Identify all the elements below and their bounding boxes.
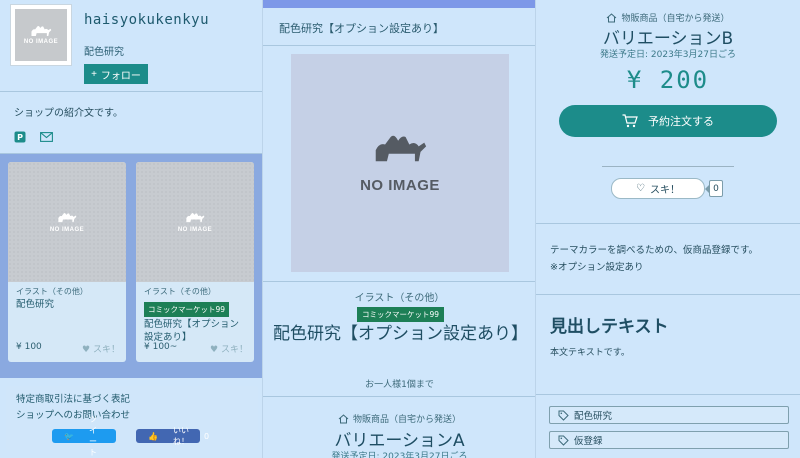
divider — [536, 294, 800, 295]
intro-text: ショップの紹介文です。 — [14, 108, 123, 119]
page-title: 配色研究【オプション設定あり】 — [263, 8, 535, 46]
product-thumbnail[interactable]: NO IMAGE — [136, 162, 254, 282]
heart-icon: ♥ — [210, 345, 219, 355]
shop-intro: ショップの紹介文です。 P — [0, 92, 262, 154]
variation-name: バリエーションB — [602, 29, 734, 49]
legal-notice-link[interactable]: 特定商取引法に基づく表記 — [16, 392, 248, 408]
shipping-date: 発送予定日: 2023年3月27日ごろ — [331, 452, 468, 458]
camel-icon — [375, 135, 427, 161]
pixiv-icon[interactable]: P — [14, 131, 26, 143]
tweet-button[interactable]: 🐦 ツイート — [52, 415, 116, 457]
preorder-button[interactable]: 予約注文する — [559, 105, 777, 137]
plus-icon: + — [91, 68, 97, 80]
camel-icon — [58, 212, 77, 222]
product-price: ¥ 200 — [626, 66, 710, 94]
home-icon — [338, 413, 349, 423]
like-button[interactable]: ♥ スキ！ — [210, 342, 248, 355]
follow-button[interactable]: + フォロー — [84, 64, 148, 84]
heart-outline-icon: ♡ — [636, 183, 645, 194]
camel-icon — [31, 26, 52, 37]
product-category: イラスト（その他） — [16, 287, 88, 296]
shop-footer: 特定商取引法に基づく表記 ショップへのお問い合わせ 🐦 ツイート 👍 いいね！ … — [6, 386, 258, 457]
divider — [602, 166, 734, 167]
tag-icon — [558, 435, 569, 446]
product-category[interactable]: イラスト（その他） — [263, 289, 535, 304]
description-line: テーマカラーを調べるための、仮商品登録です。 — [550, 245, 759, 256]
event-badge: コミックマーケット99 — [357, 307, 445, 322]
description-line: ※オプション設定あり — [550, 262, 644, 273]
product-main-image[interactable]: NO IMAGE — [291, 54, 509, 272]
section-body: 本文テキストです。 — [550, 348, 630, 358]
product-name: 配色研究【オプション設定あり】 — [273, 324, 528, 344]
home-icon — [607, 12, 617, 22]
tag-link[interactable]: 配色研究 — [549, 406, 789, 424]
twitter-bird-icon: 🐦 — [64, 431, 74, 441]
product-card[interactable]: NO IMAGE イラスト（その他） 配色研究 ¥ 100 ♥ スキ！ — [8, 162, 126, 362]
preorder-label: 予約注文する — [648, 116, 714, 128]
suki-count: 0 — [705, 180, 723, 197]
product-thumbnail[interactable]: NO IMAGE — [8, 162, 126, 282]
like-label: スキ！ — [220, 345, 248, 355]
variation-name: バリエーションA — [334, 431, 465, 451]
mail-icon[interactable] — [40, 132, 53, 142]
product-title[interactable]: 配色研究【オプション設定あり】 — [136, 317, 254, 345]
noimage-text: NO IMAGE — [177, 226, 213, 233]
shop-panel: NO IMAGE haisyokukenkyu 配色研究 + フォロー ショップ… — [0, 0, 263, 458]
camel-icon — [186, 212, 205, 222]
product-price: ¥ 100 — [16, 342, 42, 352]
variation-panel: 物販商品（自宅から発送） バリエーションB 発送予定日: 2023年3月27日ご… — [536, 0, 800, 458]
contact-link[interactable]: ショップへのお問い合わせ — [16, 408, 248, 424]
shop-name[interactable]: haisyokukenkyu — [84, 12, 209, 28]
section-heading: 見出しテキスト — [550, 317, 669, 337]
purchase-limit: お一人様1個まで — [365, 380, 434, 390]
tag-label: 仮登録 — [574, 436, 603, 447]
event-badge: コミックマーケット99 — [144, 302, 230, 317]
shop-subtitle: 配色研究 — [84, 47, 124, 58]
follow-label: フォロー — [100, 70, 141, 82]
like-label: スキ！ — [92, 345, 120, 355]
thumbs-up-icon: 👍 — [148, 431, 158, 441]
shipping-type: 物販商品（自宅から発送） — [263, 412, 535, 425]
tag-label: 配色研究 — [574, 411, 613, 422]
divider — [536, 394, 800, 395]
product-price: ¥ 100~ — [144, 342, 178, 352]
shop-avatar[interactable]: NO IMAGE — [10, 4, 72, 66]
tweet-label: ツイート — [88, 415, 97, 457]
suki-label: スキ！ — [649, 185, 680, 196]
suki-button[interactable]: ♡ スキ！ — [611, 178, 705, 199]
svg-text:P: P — [17, 133, 23, 142]
divider — [536, 223, 800, 224]
like-button[interactable]: ♥ スキ！ — [82, 342, 120, 355]
shop-header: NO IMAGE haisyokukenkyu 配色研究 + フォロー — [0, 0, 262, 92]
facebook-like-button[interactable]: 👍 いいね！ 0 — [136, 426, 209, 446]
shipping-date: 発送予定日: 2023年3月27日ごろ — [600, 50, 736, 60]
noimage-text: NO IMAGE — [360, 176, 440, 194]
product-description: テーマカラーを調べるための、仮商品登録です。 ※オプション設定あり — [550, 242, 790, 276]
product-card[interactable]: NO IMAGE イラスト（その他） コミックマーケット99 配色研究【オプショ… — [136, 162, 254, 362]
tag-link[interactable]: 仮登録 — [549, 431, 789, 449]
fb-like-label: いいね！ — [172, 426, 189, 446]
product-title[interactable]: 配色研究 — [8, 297, 126, 312]
divider — [263, 281, 535, 282]
noimage-text: NO IMAGE — [49, 226, 85, 233]
product-detail-panel: 配色研究【オプション設定あり】 NO IMAGE イラスト（その他） コミックマ… — [263, 0, 536, 458]
avatar-placeholder: NO IMAGE — [15, 9, 67, 61]
fb-like-count: 0 — [203, 431, 210, 441]
product-category: イラスト（その他） — [144, 287, 216, 296]
shipping-type: 物販商品（自宅から発送） — [536, 11, 800, 24]
shipping-label: 物販商品（自宅から発送） — [352, 415, 461, 425]
noimage-text: NO IMAGE — [23, 39, 59, 45]
tag-icon — [558, 410, 569, 421]
divider — [263, 396, 535, 397]
cart-icon — [622, 114, 638, 128]
top-bar — [263, 0, 535, 8]
product-grid: NO IMAGE イラスト（その他） 配色研究 ¥ 100 ♥ スキ！ NO I… — [0, 154, 262, 378]
heart-icon: ♥ — [82, 345, 91, 355]
shipping-label: 物販商品（自宅から発送） — [621, 14, 730, 24]
